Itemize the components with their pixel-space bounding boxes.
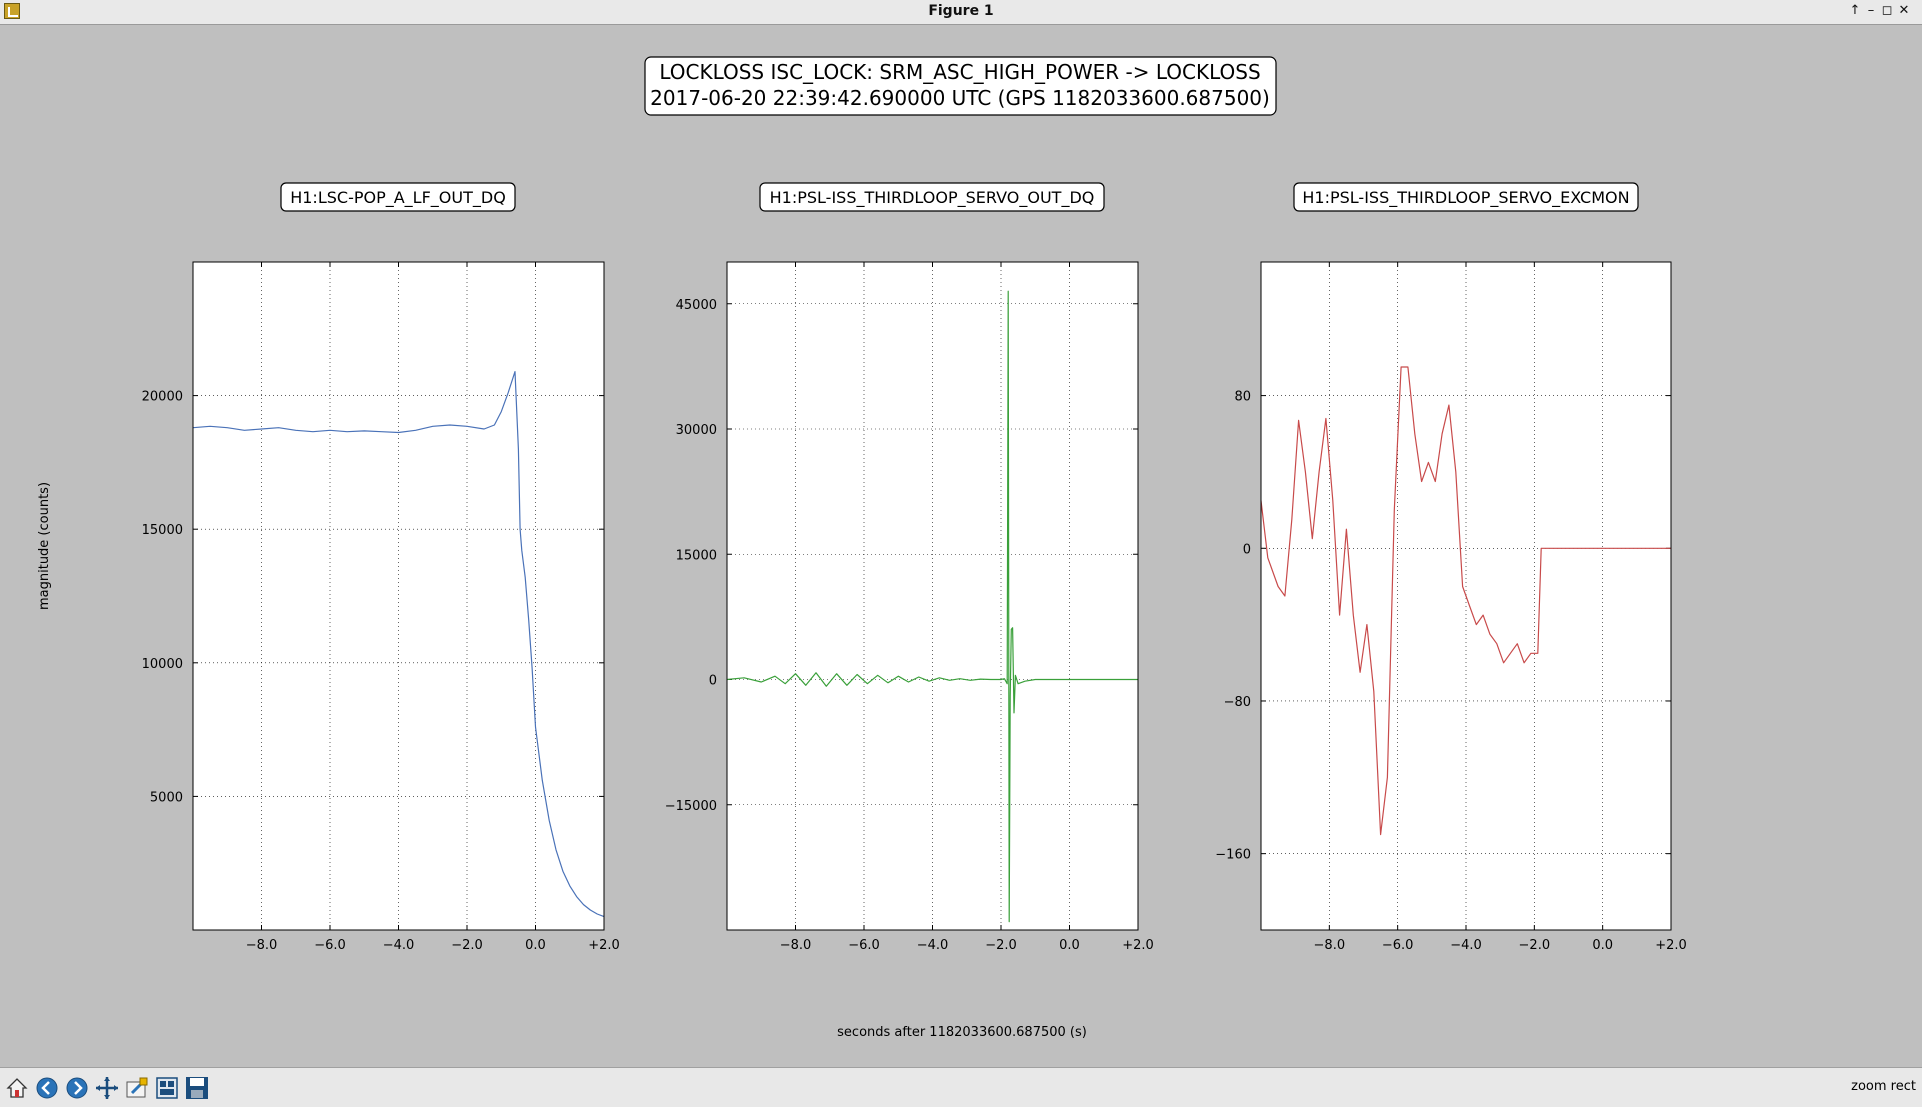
subplot-panels: H1:LSC-POP_A_LF_OUT_DQ −8.0 −6.0 −4.0 −2.0 0.… (142, 182, 1687, 953)
y-tick-label: −160 (1215, 848, 1251, 863)
home-icon[interactable] (4, 1075, 30, 1101)
window-title: Figure 1 (928, 3, 994, 19)
window-titlebar: Figure 1 ↑ – ◻ ✕ (0, 0, 1922, 25)
subplot-title: H1:LSC-POP_A_LF_OUT_DQ (290, 188, 506, 208)
x-tick-label: −2.0 (451, 938, 483, 953)
suptitle-line1: LOCKLOSS ISC_LOCK: SRM_ASC_HIGH_POWER ->… (659, 60, 1260, 84)
x-tick-label: −6.0 (314, 938, 346, 953)
save-icon[interactable] (184, 1075, 210, 1101)
x-tick-label: 0.0 (1059, 938, 1080, 953)
toolbar-status-text: zoom rect (1851, 1079, 1916, 1094)
pan-icon[interactable] (94, 1075, 120, 1101)
x-tick-label: −4.0 (917, 938, 949, 953)
subplots-config-icon[interactable] (154, 1075, 180, 1101)
maximize-button[interactable]: ◻ (1878, 2, 1896, 20)
close-button[interactable]: ✕ (1895, 2, 1913, 20)
x-tick-label: −4.0 (383, 938, 415, 953)
subplot-3: H1:PSL-ISS_THIRDLOOP_SERVO_EXCMON −8.0 −6.… (1215, 182, 1687, 953)
subplot-title: H1:PSL-ISS_THIRDLOOP_SERVO_EXCMON (1302, 188, 1629, 208)
y-tick-label: 80 (1234, 390, 1251, 405)
y-tick-label: 0 (709, 674, 717, 689)
back-arrow-icon[interactable] (34, 1075, 60, 1101)
subplot-2: H1:PSL-ISS_THIRDLOOP_SERVO_OUT_DQ −8.0 −6.… (665, 182, 1154, 953)
x-tick-label: −8.0 (1314, 938, 1346, 953)
navigation-toolbar: zoom rect (0, 1067, 1922, 1107)
x-tick-label: +2.0 (588, 938, 620, 953)
x-tick-label: −6.0 (848, 938, 880, 953)
subplot-1: H1:LSC-POP_A_LF_OUT_DQ −8.0 −6.0 −4.0 −2.0 0.… (142, 182, 620, 953)
x-tick-label: +2.0 (1122, 938, 1154, 953)
x-tick-label: −8.0 (246, 938, 278, 953)
subplot-title: H1:PSL-ISS_THIRDLOOP_SERVO_OUT_DQ (770, 188, 1095, 208)
x-tick-label: −6.0 (1382, 938, 1414, 953)
x-tick-label: −4.0 (1450, 938, 1482, 953)
y-tick-label: 45000 (676, 298, 717, 313)
x-axis-label: seconds after 1182033600.687500 (s) (837, 1025, 1087, 1040)
y-tick-label: 15000 (676, 548, 717, 563)
figure-svg: LOCKLOSS ISC_LOCK: SRM_ASC_HIGH_POWER ->… (37, 56, 1687, 1040)
y-tick-label: 0 (1243, 542, 1251, 557)
x-tick-label: −2.0 (985, 938, 1017, 953)
y-tick-label: 20000 (142, 390, 183, 405)
x-tick-label: +2.0 (1655, 938, 1687, 953)
x-tick-label: 0.0 (525, 938, 546, 953)
x-tick-label: −2.0 (1519, 938, 1551, 953)
zoom-rect-icon[interactable] (124, 1075, 150, 1101)
y-tick-label: 30000 (676, 423, 717, 438)
suptitle-line2: 2017-06-20 22:39:42.690000 UTC (GPS 1182… (650, 86, 1270, 110)
y-tick-label: −80 (1224, 695, 1251, 710)
y-axis-label: magnitude (counts) (37, 482, 52, 610)
y-tick-label: 5000 (150, 790, 183, 805)
y-tick-label: −15000 (665, 799, 717, 814)
x-tick-label: −8.0 (780, 938, 812, 953)
figure-canvas[interactable]: LOCKLOSS ISC_LOCK: SRM_ASC_HIGH_POWER ->… (0, 25, 1922, 1067)
y-tick-label: 15000 (142, 523, 183, 538)
forward-arrow-icon[interactable] (64, 1075, 90, 1101)
y-tick-label: 10000 (142, 657, 183, 672)
x-tick-label: 0.0 (1592, 938, 1613, 953)
